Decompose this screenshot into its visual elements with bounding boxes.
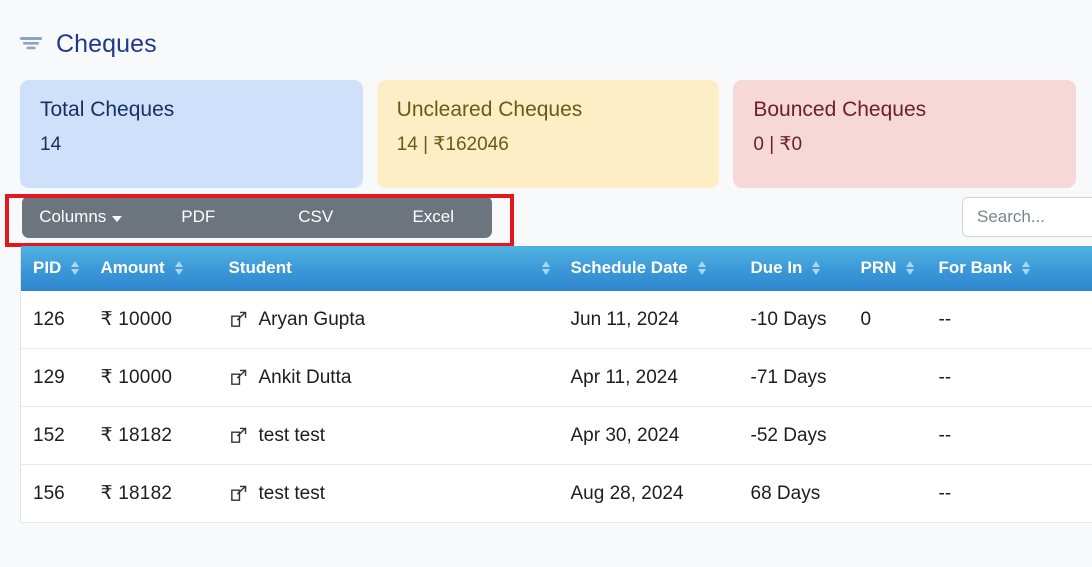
external-link-icon[interactable] <box>229 426 248 445</box>
stats-row: Total Cheques 14 Uncleared Cheques 14 | … <box>0 68 1092 188</box>
cell-prn <box>848 464 927 523</box>
table-row: 129 ₹ 10000 Ankit Dutta Apr 11, 2024 -71 Day… <box>20 348 1092 407</box>
column-header-label: Due In <box>750 258 803 277</box>
column-header-label: Student <box>228 258 292 277</box>
cell-schedule-date: Jun 11, 2024 <box>558 291 739 349</box>
cell-amount: ₹ 10000 <box>88 291 217 349</box>
column-header-pid[interactable]: PID <box>20 246 89 291</box>
student-name: Ankit Dutta <box>258 366 352 388</box>
cell-pid: 126 <box>20 291 89 349</box>
cell-due-in: -10 Days <box>738 291 849 349</box>
search-container <box>962 197 1092 237</box>
stat-card-title: Bounced Cheques <box>753 98 927 121</box>
external-link-icon[interactable] <box>229 368 248 387</box>
stat-card-total-cheques: Total Cheques 14 <box>20 80 363 188</box>
page-header: Cheques <box>0 0 1092 68</box>
cell-schedule-date: Apr 30, 2024 <box>558 406 739 465</box>
cell-amount: ₹ 10000 <box>88 348 217 407</box>
column-header-amount[interactable]: Amount <box>88 246 217 291</box>
table-row: 126 ₹ 10000 Aryan Gupta Jun 11, 2024 -10 Day… <box>20 291 1092 349</box>
table-head: PID Amount Student Schedule Date Due In … <box>20 246 1092 291</box>
csv-export-button[interactable]: CSV <box>257 196 375 238</box>
sort-icon <box>906 261 915 275</box>
chevron-down-icon <box>112 215 123 222</box>
stat-card-bounced-cheques: Bounced Cheques 0 | ₹0 <box>733 80 1077 188</box>
cell-prn: 0 <box>848 291 927 349</box>
page-title: Cheques <box>56 29 157 58</box>
cell-due-in: -52 Days <box>738 406 849 465</box>
cell-schedule-date: Aug 28, 2024 <box>558 464 739 523</box>
cell-due-in: 68 Days <box>738 464 849 523</box>
column-header-label: Schedule Date <box>570 258 688 277</box>
cell-schedule-date: Apr 11, 2024 <box>558 348 739 407</box>
sort-icon <box>541 261 550 275</box>
sort-icon <box>174 261 183 275</box>
stat-card-uncleared-cheques: Uncleared Cheques 14 | ₹162046 <box>376 80 720 188</box>
filter-icon <box>20 37 42 50</box>
cell-amount: ₹ 18182 <box>88 464 217 523</box>
cell-pid: 156 <box>20 464 89 523</box>
cell-prn <box>848 348 927 407</box>
table-toolbar: Columns PDF CSV Excel <box>0 188 1092 247</box>
external-link-icon[interactable] <box>229 310 248 329</box>
student-name: test test <box>258 424 326 446</box>
column-header-schedule-date[interactable]: Schedule Date <box>558 246 739 291</box>
column-header-label: For Bank <box>938 258 1013 277</box>
cell-pid: 129 <box>20 348 89 407</box>
stat-card-value: 14 | ₹162046 <box>396 134 509 156</box>
sort-icon <box>1022 261 1031 275</box>
cell-pid: 152 <box>20 406 89 465</box>
stat-card-title: Total Cheques <box>40 98 175 121</box>
stat-card-value: 14 <box>40 134 62 156</box>
stat-card-value: 0 | ₹0 <box>753 134 803 156</box>
cell-amount: ₹ 18182 <box>88 406 217 465</box>
sort-icon <box>71 261 80 275</box>
column-header-due-in[interactable]: Due In <box>738 246 849 291</box>
column-header-label: Amount <box>100 258 165 277</box>
cell-student: test test <box>216 406 559 465</box>
columns-dropdown-button[interactable]: Columns <box>22 196 140 238</box>
search-input[interactable] <box>962 197 1092 237</box>
table-row: 152 ₹ 18182 test test Apr 30, 2024 -52 Days -… <box>20 406 1092 465</box>
column-header-for-bank[interactable]: For Bank <box>926 246 1092 291</box>
external-link-icon[interactable] <box>229 484 248 503</box>
columns-button-label: Columns <box>39 207 107 226</box>
cell-for-bank: -- <box>926 348 1092 407</box>
cheques-table-container: PID Amount Student Schedule Date Due In … <box>0 246 1092 546</box>
cell-due-in: -71 Days <box>738 348 849 407</box>
cell-for-bank: -- <box>926 464 1092 523</box>
column-header-student[interactable]: Student <box>216 246 559 291</box>
cell-student: Aryan Gupta <box>216 291 559 349</box>
sort-icon <box>697 261 706 275</box>
table-body: 126 ₹ 10000 Aryan Gupta Jun 11, 2024 -10 Day… <box>20 291 1092 523</box>
cell-for-bank: -- <box>926 406 1092 465</box>
cell-student: Ankit Dutta <box>216 348 559 407</box>
stat-card-title: Uncleared Cheques <box>396 98 583 121</box>
student-name: Aryan Gupta <box>258 308 366 330</box>
student-name: test test <box>258 482 326 504</box>
table-header-row: PID Amount Student Schedule Date Due In … <box>20 246 1092 291</box>
table-row: 156 ₹ 18182 test test Aug 28, 2024 68 Days -- <box>20 464 1092 523</box>
cheques-table: PID Amount Student Schedule Date Due In … <box>20 246 1092 523</box>
sort-icon <box>812 261 821 275</box>
column-header-prn[interactable]: PRN <box>848 246 927 291</box>
cell-for-bank: -- <box>926 291 1092 349</box>
cell-prn <box>848 406 927 465</box>
export-button-group: Columns PDF CSV Excel <box>22 196 492 238</box>
excel-export-button[interactable]: Excel <box>375 196 493 238</box>
cell-student: test test <box>216 464 559 523</box>
column-header-label: PRN <box>860 258 897 277</box>
pdf-export-button[interactable]: PDF <box>140 196 258 238</box>
column-header-label: PID <box>33 258 62 277</box>
